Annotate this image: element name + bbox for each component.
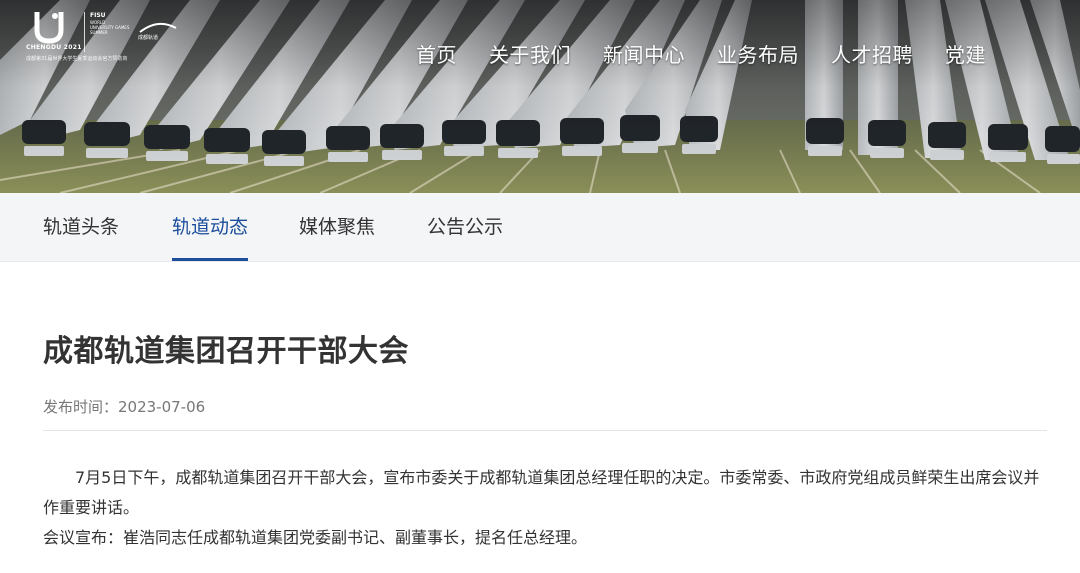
tab-dynamics[interactable]: 轨道动态 [172, 193, 249, 261]
main-navigation: 首页 关于我们 新闻中心 业务布局 人才招聘 党建 [400, 40, 1002, 70]
title-divider [43, 430, 1047, 431]
logo-caption: 成都第31届世界大学生夏季运动会官方赞助商 [26, 56, 128, 62]
tab-announcements[interactable]: 公告公示 [427, 193, 503, 261]
article-paragraph: 7月5日下午，成都轨道集团召开干部大会，宣布市委关于成都轨道集团总经理任职的决定… [43, 468, 1040, 517]
header-banner: CHENGDU 2021 FISU WORLD UNIVERSITY GAMES… [0, 0, 1080, 193]
universiade-u-icon [34, 12, 64, 44]
article-title: 成都轨道集团召开干部大会 [43, 334, 409, 369]
tab-headlines[interactable]: 轨道头条 [43, 193, 119, 261]
site-logo[interactable]: CHENGDU 2021 FISU WORLD UNIVERSITY GAMES… [26, 10, 206, 68]
nav-item-careers[interactable]: 人才招聘 [815, 40, 929, 70]
nav-item-news[interactable]: 新闻中心 [587, 40, 701, 70]
article-body: 7月5日下午，成都轨道集团召开干部大会，宣布市委关于成都轨道集团总经理任职的决定… [43, 463, 1053, 553]
news-category-tabs: 轨道头条 轨道动态 媒体聚焦 公告公示 [0, 193, 1080, 262]
logo-fisu-subtitle: WORLD UNIVERSITY GAMES SUMMER [90, 20, 130, 35]
publish-date: 发布时间：2023-07-06 [43, 398, 206, 416]
logo-fisu-text: FISU [90, 12, 106, 19]
logo-metro-text: 成都轨道 [138, 35, 159, 41]
tab-media-focus[interactable]: 媒体聚焦 [299, 193, 375, 261]
chengdu-metro-logo-icon [139, 22, 177, 33]
logo-chengdu-text: CHENGDU 2021 [26, 44, 82, 51]
nav-item-home[interactable]: 首页 [400, 40, 473, 70]
nav-item-business[interactable]: 业务布局 [701, 40, 815, 70]
logo-divider [84, 12, 85, 52]
nav-item-about[interactable]: 关于我们 [473, 40, 587, 70]
nav-item-party[interactable]: 党建 [929, 40, 1002, 70]
article-paragraph: 会议宣布：崔浩同志任成都轨道集团党委副书记、副董事长，提名任总经理。 [43, 528, 588, 547]
